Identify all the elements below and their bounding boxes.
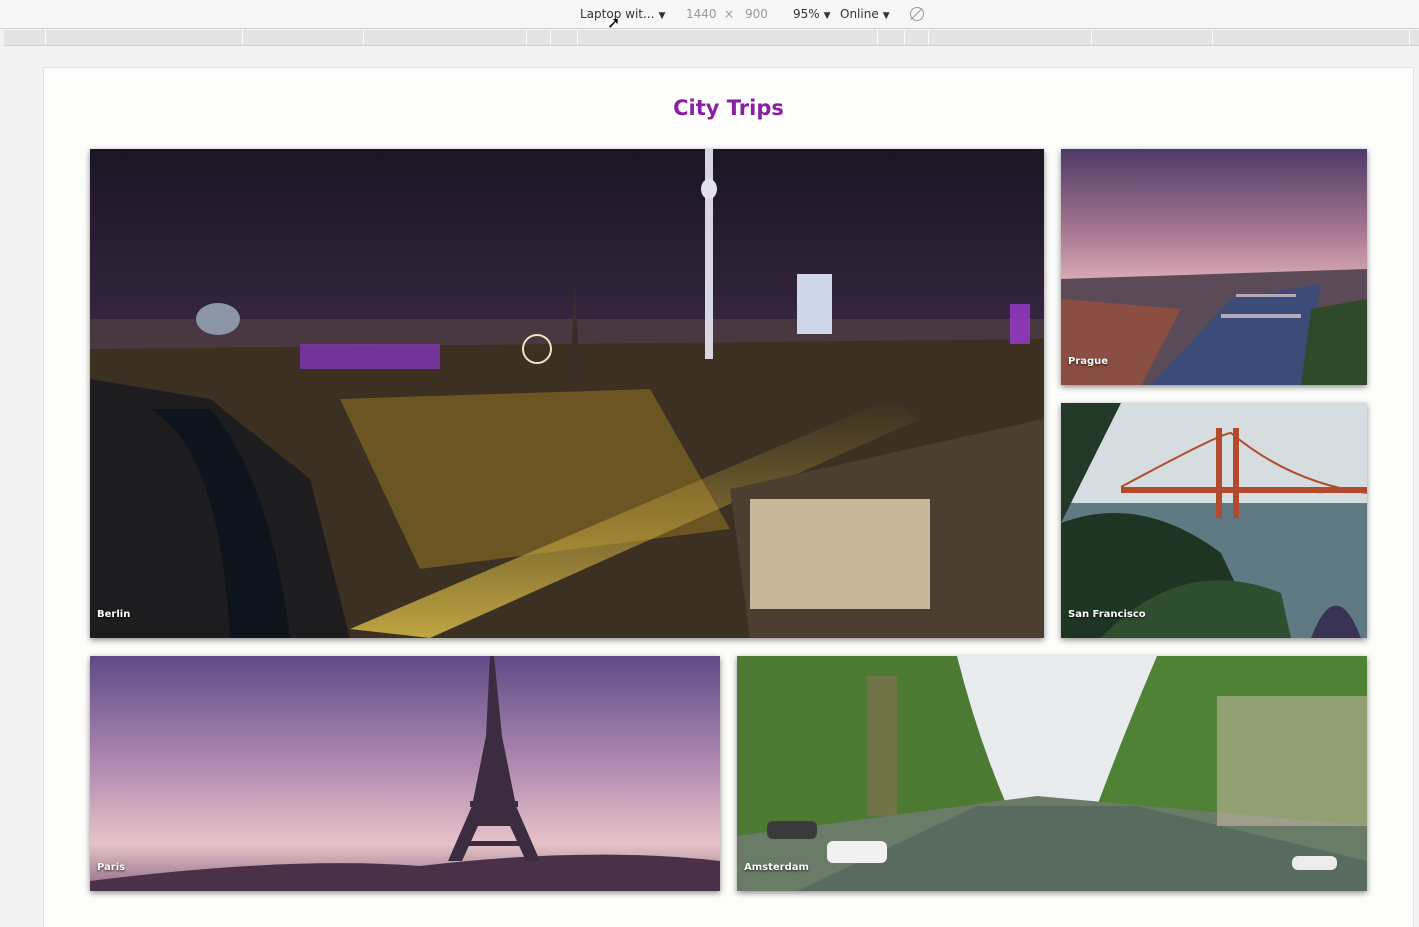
page-viewport: City Trips Berlin Prague San Francisco P…	[43, 67, 1414, 927]
ruler-segment[interactable]	[526, 30, 527, 45]
zoom-label: 95%	[793, 7, 820, 21]
amsterdam-image	[737, 656, 1367, 891]
city-card-amsterdam[interactable]: Amsterdam	[737, 656, 1367, 891]
city-caption: Berlin	[97, 609, 131, 620]
media-query-ruler[interactable]	[4, 30, 1419, 46]
ruler-segment[interactable]	[904, 30, 905, 45]
network-label: Online	[840, 7, 879, 21]
height-input[interactable]: 900	[745, 7, 768, 21]
city-caption: San Francisco	[1068, 609, 1146, 620]
ruler-segment[interactable]	[1212, 30, 1213, 45]
prague-image	[1061, 149, 1367, 385]
ruler-segment[interactable]	[242, 30, 243, 45]
zoom-select[interactable]: 95% ▼	[793, 7, 831, 23]
berlin-image	[90, 149, 1044, 638]
city-card-paris[interactable]: Paris	[90, 656, 720, 891]
ruler-segment[interactable]	[928, 30, 929, 45]
san-francisco-image	[1061, 403, 1367, 638]
paris-image	[90, 656, 720, 891]
rotate-icon[interactable]	[910, 7, 924, 21]
device-toolbar: Laptop wit... ▼ 1440 × 900 95% ▼ Online ▼	[0, 0, 1419, 29]
city-caption: Prague	[1068, 356, 1109, 367]
ruler-segment[interactable]	[550, 30, 551, 45]
times-sign: ×	[724, 7, 735, 21]
ruler-segment[interactable]	[45, 30, 46, 45]
chevron-down-icon: ▼	[823, 11, 831, 21]
ruler-segment[interactable]	[1409, 30, 1410, 45]
city-caption: Paris	[97, 862, 126, 873]
chevron-down-icon: ▼	[658, 11, 666, 21]
ruler-segment[interactable]	[1091, 30, 1092, 45]
city-caption: Amsterdam	[744, 862, 809, 873]
ruler-segment[interactable]	[877, 30, 878, 45]
device-select[interactable]: Laptop wit... ▼	[580, 7, 665, 23]
network-select[interactable]: Online ▼	[840, 7, 890, 23]
city-card-berlin[interactable]: Berlin	[90, 149, 1044, 638]
city-card-san-francisco[interactable]: San Francisco	[1061, 403, 1367, 638]
ruler-segment[interactable]	[577, 30, 578, 45]
chevron-down-icon: ▼	[882, 11, 890, 21]
city-card-prague[interactable]: Prague	[1061, 149, 1367, 385]
width-input[interactable]: 1440	[686, 7, 717, 21]
ruler-segment[interactable]	[363, 30, 364, 45]
page-title: City Trips	[673, 96, 784, 120]
